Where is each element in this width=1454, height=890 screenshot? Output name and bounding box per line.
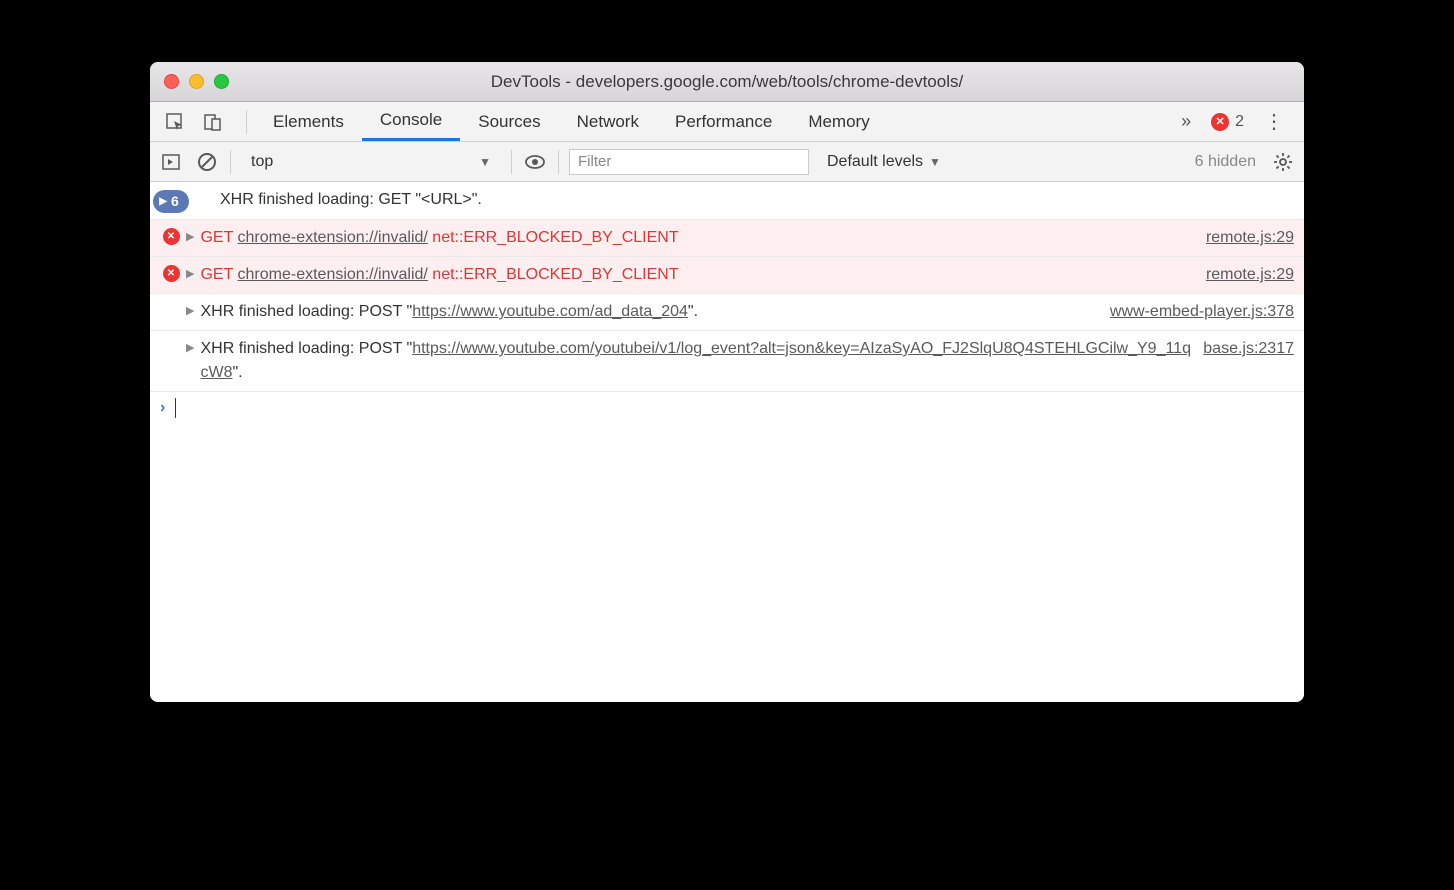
error-icon bbox=[163, 265, 180, 282]
window-maximize-button[interactable] bbox=[214, 74, 229, 89]
log-source-link[interactable]: remote.js:29 bbox=[1194, 263, 1294, 287]
log-icon-col bbox=[160, 226, 182, 245]
console-toolbar: top ▼ Default levels ▼ 6 hidden bbox=[150, 142, 1304, 182]
log-row-error[interactable]: ▶ GET chrome-extension://invalid/ net::E… bbox=[150, 220, 1304, 257]
inspect-element-icon[interactable] bbox=[164, 111, 186, 133]
more-tabs-icon[interactable]: » bbox=[1175, 111, 1197, 133]
toolbar-right: 6 hidden bbox=[1195, 149, 1296, 175]
window-minimize-button[interactable] bbox=[189, 74, 204, 89]
console-output: ▶ 6 XHR finished loading: GET "<URL>". ▶… bbox=[150, 182, 1304, 702]
log-prefix: XHR finished loading: POST " bbox=[200, 340, 412, 357]
tab-memory[interactable]: Memory bbox=[790, 102, 887, 141]
expand-icon[interactable]: ▶ bbox=[186, 226, 196, 246]
error-icon bbox=[163, 228, 180, 245]
device-toolbar-icon[interactable] bbox=[202, 111, 224, 133]
log-row-info[interactable]: ▶ XHR finished loading: POST "https://ww… bbox=[150, 331, 1304, 392]
error-count: 2 bbox=[1235, 113, 1244, 131]
log-icon-col bbox=[160, 263, 182, 282]
tabs-left-icons bbox=[158, 111, 238, 133]
tabs-bar: Elements Console Sources Network Perform… bbox=[150, 102, 1304, 142]
gear-icon[interactable] bbox=[1270, 149, 1296, 175]
prompt-caret-icon: › bbox=[160, 399, 165, 417]
tab-performance[interactable]: Performance bbox=[657, 102, 790, 141]
log-message: XHR finished loading: POST "https://www.… bbox=[200, 300, 1097, 324]
log-suffix: ". bbox=[232, 364, 242, 381]
log-icon-col: ▶ 6 bbox=[160, 188, 182, 213]
expand-icon[interactable]: ▶ bbox=[186, 263, 196, 283]
log-source-link[interactable]: www-embed-player.js:378 bbox=[1098, 300, 1294, 324]
tabs-list: Elements Console Sources Network Perform… bbox=[255, 102, 888, 141]
tabs-right: » 2 ⋮ bbox=[1175, 109, 1296, 134]
filter-input[interactable] bbox=[569, 149, 809, 175]
log-message: XHR finished loading: GET "<URL>". bbox=[186, 188, 1294, 212]
separator bbox=[511, 150, 512, 174]
chevron-right-icon: ▶ bbox=[159, 194, 167, 209]
log-row-grouped[interactable]: ▶ 6 XHR finished loading: GET "<URL>". bbox=[150, 182, 1304, 220]
log-message: GET chrome-extension://invalid/ net::ERR… bbox=[200, 263, 1193, 287]
request-url[interactable]: https://www.youtube.com/ad_data_204 bbox=[412, 303, 688, 320]
log-levels-selector[interactable]: Default levels ▼ bbox=[819, 153, 949, 171]
log-source-link[interactable]: remote.js:29 bbox=[1194, 226, 1294, 250]
http-method: GET bbox=[200, 266, 233, 283]
chevron-down-icon: ▼ bbox=[929, 155, 941, 169]
log-icon-col bbox=[160, 300, 182, 302]
context-selector[interactable]: top ▼ bbox=[241, 153, 501, 171]
expand-icon[interactable]: ▶ bbox=[186, 300, 196, 320]
devtools-window: DevTools - developers.google.com/web/too… bbox=[150, 62, 1304, 702]
tab-elements[interactable]: Elements bbox=[255, 102, 362, 141]
log-prefix: XHR finished loading: POST " bbox=[200, 303, 412, 320]
titlebar: DevTools - developers.google.com/web/too… bbox=[150, 62, 1304, 102]
expand-icon[interactable]: ▶ bbox=[186, 337, 196, 357]
group-badge[interactable]: ▶ 6 bbox=[153, 190, 189, 213]
separator bbox=[246, 110, 247, 134]
window-close-button[interactable] bbox=[164, 74, 179, 89]
log-message: XHR finished loading: POST "https://www.… bbox=[200, 337, 1191, 385]
log-icon-col bbox=[160, 337, 182, 339]
context-value: top bbox=[251, 153, 273, 171]
log-suffix: ". bbox=[688, 303, 698, 320]
http-method: GET bbox=[200, 229, 233, 246]
sidebar-toggle-icon[interactable] bbox=[158, 149, 184, 175]
console-prompt[interactable]: › bbox=[150, 392, 1304, 424]
group-count: 6 bbox=[171, 191, 179, 212]
tab-console[interactable]: Console bbox=[362, 102, 460, 141]
log-message: GET chrome-extension://invalid/ net::ERR… bbox=[200, 226, 1193, 250]
log-source-link[interactable]: base.js:2317 bbox=[1191, 337, 1294, 385]
request-url[interactable]: chrome-extension://invalid/ bbox=[238, 266, 428, 283]
levels-label: Default levels bbox=[827, 153, 923, 171]
error-badge[interactable]: 2 bbox=[1211, 113, 1244, 131]
eye-icon[interactable] bbox=[522, 149, 548, 175]
separator bbox=[230, 150, 231, 174]
text-cursor bbox=[175, 398, 176, 418]
kebab-menu-icon[interactable]: ⋮ bbox=[1258, 109, 1290, 134]
clear-console-icon[interactable] bbox=[194, 149, 220, 175]
error-text: net::ERR_BLOCKED_BY_CLIENT bbox=[432, 229, 678, 246]
separator bbox=[558, 150, 559, 174]
tab-sources[interactable]: Sources bbox=[460, 102, 558, 141]
error-text: net::ERR_BLOCKED_BY_CLIENT bbox=[432, 266, 678, 283]
log-row-info[interactable]: ▶ XHR finished loading: POST "https://ww… bbox=[150, 294, 1304, 331]
traffic-lights bbox=[164, 74, 229, 89]
window-title: DevTools - developers.google.com/web/too… bbox=[491, 72, 963, 92]
chevron-down-icon: ▼ bbox=[479, 155, 491, 169]
log-row-error[interactable]: ▶ GET chrome-extension://invalid/ net::E… bbox=[150, 257, 1304, 294]
request-url[interactable]: chrome-extension://invalid/ bbox=[238, 229, 428, 246]
error-icon bbox=[1211, 113, 1229, 131]
hidden-count[interactable]: 6 hidden bbox=[1195, 153, 1256, 171]
tab-network[interactable]: Network bbox=[559, 102, 657, 141]
